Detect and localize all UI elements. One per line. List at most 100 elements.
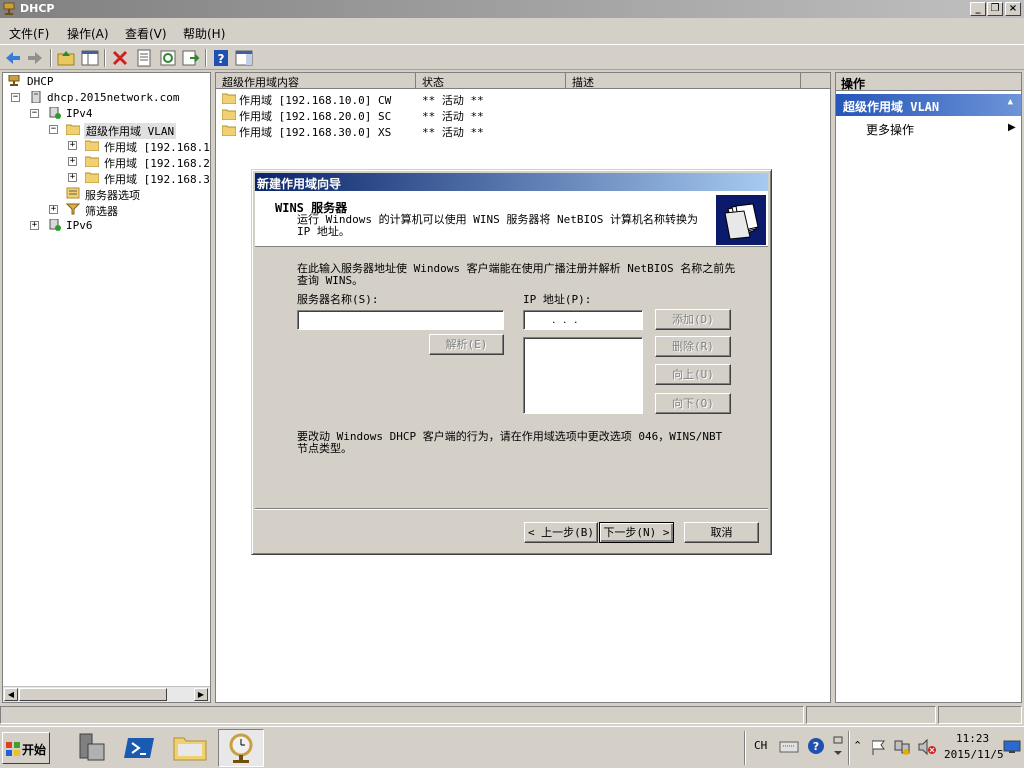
tree-item-filters[interactable]: + 筛选器	[5, 202, 205, 218]
volume-muted-icon[interactable]	[917, 738, 937, 756]
tree-label: 筛选器	[85, 205, 118, 218]
tree-item-superscope[interactable]: − 超级作用域 VLAN	[5, 122, 205, 139]
scroll-thumb[interactable]	[19, 688, 167, 701]
wizard-header: WINS 服务器 运行 Windows 的计算机可以使用 WINS 服务器将 N…	[255, 191, 768, 247]
tree-item-scope[interactable]: + 作用域 [192.168.30	[5, 170, 211, 186]
show-hide-tree-icon[interactable]	[80, 48, 100, 68]
actions-section-superscope[interactable]: 超级作用域 VLAN ▲	[836, 94, 1021, 116]
wins-server-list[interactable]	[523, 337, 643, 414]
dhcp-icon	[8, 75, 20, 86]
language-indicator[interactable]: CH	[754, 739, 767, 752]
help-icon[interactable]: ?	[211, 48, 231, 68]
back-button[interactable]: < 上一步(B)	[524, 522, 598, 543]
explorer-icon[interactable]	[170, 730, 210, 766]
collapse-toggle[interactable]: −	[30, 109, 39, 118]
menu-action[interactable]: 操作(A)	[67, 25, 109, 42]
title-bar: DHCP _ ❐ ×	[0, 0, 1024, 18]
start-button[interactable]: 开始	[2, 732, 50, 764]
expand-toggle[interactable]: +	[68, 157, 77, 166]
show-hidden-icons-icon[interactable]: ⌃	[853, 739, 862, 752]
tree-label: IPv6	[66, 219, 93, 232]
remove-button[interactable]: 删除(R)	[655, 336, 731, 357]
server-name-input[interactable]	[297, 310, 504, 330]
folder-icon	[222, 109, 236, 120]
tray-separator	[848, 731, 850, 765]
tree-label: 作用域 [192.168.30	[104, 173, 211, 186]
list-item[interactable]: 作用域 [192.168.20.0] SC ** 活动 **	[220, 107, 620, 123]
options-chevron-icon[interactable]	[832, 735, 844, 759]
move-up-button[interactable]: 向上(U)	[655, 364, 731, 385]
tree-item-server[interactable]: − dhcp.2015network.com	[5, 90, 205, 106]
close-button[interactable]: ×	[1005, 2, 1021, 16]
list-item[interactable]: 作用域 [192.168.10.0] CW ** 活动 **	[220, 91, 620, 107]
collapse-up-icon[interactable]: ▲	[1008, 97, 1013, 107]
more-actions-item[interactable]: 更多操作	[866, 121, 914, 138]
back-icon[interactable]	[3, 48, 23, 68]
ip-address-input[interactable]: . . .	[523, 310, 643, 330]
restore-button[interactable]: ❐	[987, 2, 1003, 16]
menu-file[interactable]: 文件(F)	[9, 25, 49, 42]
folder-icon	[85, 156, 99, 167]
forward-icon[interactable]	[25, 48, 45, 68]
expand-toggle[interactable]: +	[30, 221, 39, 230]
scroll-left-icon[interactable]: ◀	[4, 688, 18, 701]
cancel-button[interactable]: 取消	[684, 522, 759, 543]
toolbar: ?	[0, 44, 1024, 70]
network-icon[interactable]	[893, 738, 911, 756]
move-down-button[interactable]: 向下(O)	[655, 393, 731, 414]
collapse-toggle[interactable]: −	[11, 93, 20, 102]
export-list-icon[interactable]	[180, 48, 200, 68]
keyboard-icon[interactable]	[779, 738, 799, 754]
clock-time[interactable]: 11:23	[956, 732, 989, 745]
delete-icon[interactable]	[110, 48, 130, 68]
action-center-flag-icon[interactable]	[869, 738, 887, 756]
properties-icon[interactable]	[134, 48, 154, 68]
minimize-button[interactable]: _	[970, 2, 986, 16]
dhcp-task-icon	[229, 733, 253, 763]
menu-view[interactable]: 查看(V)	[125, 25, 167, 42]
tree-item-server-options[interactable]: 服务器选项	[5, 186, 205, 202]
add-button[interactable]: 添加(D)	[655, 309, 731, 330]
scope-name: 作用域 [192.168.30.0] XS	[239, 126, 392, 139]
clock-date[interactable]: 2015/11/5	[944, 748, 1004, 761]
scope-name: 作用域 [192.168.10.0] CW	[239, 94, 392, 107]
tree-horizontal-scrollbar[interactable]: ◀ ▶	[3, 686, 210, 702]
tree-label: DHCP	[27, 75, 54, 88]
next-button[interactable]: 下一步(N) >	[599, 522, 674, 543]
list-item[interactable]: 作用域 [192.168.30.0] XS ** 活动 **	[220, 123, 620, 139]
taskbar-dhcp-button[interactable]	[218, 729, 264, 767]
tree-item-scope[interactable]: + 作用域 [192.168.20	[5, 154, 211, 170]
toolbar-separator	[104, 49, 106, 67]
submenu-arrow-icon: ▶	[1008, 122, 1016, 133]
show-hide-action-pane-icon[interactable]	[234, 48, 254, 68]
server-manager-icon[interactable]	[72, 730, 112, 766]
tree-item-ipv4[interactable]: − IPv4	[5, 106, 205, 122]
column-header-status[interactable]: 状态	[416, 73, 566, 89]
dialog-title: 新建作用域向导	[255, 173, 768, 191]
server-name-label: 服务器名称(S):	[297, 293, 379, 306]
ipv4-icon	[49, 107, 61, 119]
column-header-description[interactable]: 描述	[566, 73, 801, 89]
instruction-text: 在此输入服务器地址使 Windows 客户端能在使用广播注册并解析 NetBIO…	[297, 262, 736, 287]
show-desktop-icon[interactable]	[1003, 740, 1021, 754]
powershell-icon[interactable]	[120, 730, 160, 766]
expand-toggle[interactable]: +	[49, 205, 58, 214]
scope-status: ** 活动 **	[422, 94, 484, 107]
wizard-folders-icon	[716, 195, 766, 245]
up-folder-icon[interactable]	[56, 48, 76, 68]
server-options-icon	[66, 187, 80, 199]
column-header-content[interactable]: 超级作用域内容	[216, 73, 416, 89]
scroll-right-icon[interactable]: ▶	[194, 688, 208, 701]
resolve-button[interactable]: 解析(E)	[429, 334, 504, 355]
tree-item-scope[interactable]: + 作用域 [192.168.10	[5, 138, 210, 154]
expand-toggle[interactable]: +	[68, 173, 77, 182]
refresh-icon[interactable]	[158, 48, 178, 68]
tree-label: 作用域 [192.168.20	[104, 157, 211, 170]
collapse-toggle[interactable]: −	[49, 125, 58, 134]
menu-help[interactable]: 帮助(H)	[183, 25, 225, 42]
expand-toggle[interactable]: +	[68, 141, 77, 150]
ip-address-label: IP 地址(P):	[523, 293, 592, 306]
tree-item-ipv6[interactable]: + IPv6	[5, 218, 205, 234]
tree-item-dhcp[interactable]: DHCP	[5, 74, 185, 90]
help-circle-icon[interactable]: ?	[807, 737, 825, 755]
